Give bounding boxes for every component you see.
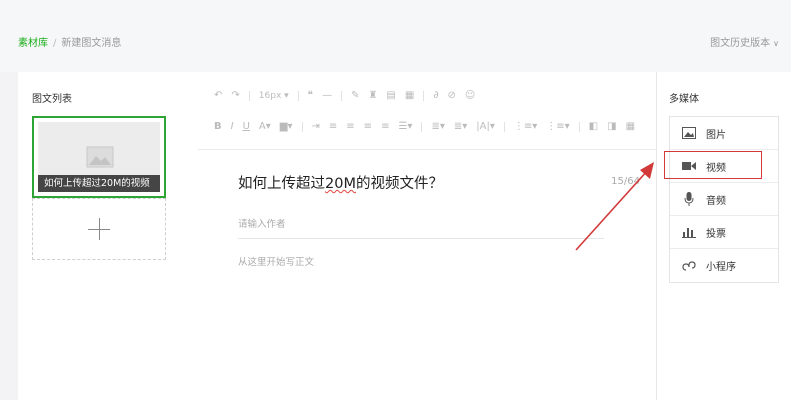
editor-toolbar-row-2: B I U A▾ ▆▾ ⇥ ≡ ≡ ≡ ≡ ☰▾ ≣▾ ≣▾ |A|▾ ⋮≡▾ … <box>214 119 644 135</box>
chevron-down-icon: ∨ <box>773 39 779 48</box>
paragraph-spacing-before-icon[interactable]: ≣▾ <box>431 119 444 135</box>
italic-icon[interactable]: I <box>231 119 234 135</box>
media-item-label: 投票 <box>706 228 726 240</box>
media-item-image[interactable]: 图片 <box>670 117 778 150</box>
clipboard-icon[interactable]: ▤ <box>386 88 395 104</box>
article-card-selected[interactable]: 如何上传超过20M的视频 <box>32 116 166 198</box>
annotation-arrow <box>575 162 654 251</box>
align-right-icon[interactable]: ≡ <box>364 119 372 135</box>
breadcrumb-root-link[interactable]: 素材库 <box>18 38 48 49</box>
breadcrumb-separator: / <box>53 38 57 49</box>
add-article-button[interactable] <box>32 198 166 260</box>
horizontal-rule-icon[interactable]: — <box>322 88 332 104</box>
body-editor-area[interactable]: 从这里开始写正文 <box>238 254 314 268</box>
table-icon[interactable]: ▦ <box>626 119 635 135</box>
multimedia-panel: 多媒体 图片 视频 音频 投票 小程序 <box>656 72 791 400</box>
document-icon[interactable]: ▦ <box>405 88 414 104</box>
font-size-select[interactable]: 16px ▾ <box>259 88 289 104</box>
line-spacing-icon[interactable]: ☰▾ <box>398 119 412 135</box>
media-item-label: 音频 <box>706 195 726 207</box>
format-brush-icon[interactable]: ♜ <box>368 88 377 104</box>
font-size-value: 16px <box>258 91 282 101</box>
article-title-underlined: 20M <box>325 176 356 192</box>
unordered-list-icon[interactable]: ⋮≡▾ <box>546 119 569 135</box>
media-item-audio[interactable]: 音频 <box>670 183 778 216</box>
font-color-icon[interactable]: A▾ <box>259 119 271 135</box>
ordered-list-icon[interactable]: ⋮≡▾ <box>514 119 537 135</box>
article-card-title: 如何上传超过20M的视频 <box>38 175 160 192</box>
toolbar-divider <box>198 149 656 150</box>
history-version-dropdown[interactable]: 图文历史版本 ∨ <box>710 34 779 49</box>
media-item-mini-program[interactable]: 小程序 <box>670 249 778 282</box>
multimedia-title: 多媒体 <box>669 94 699 105</box>
article-title-suffix: 的视频文件？ <box>355 176 443 192</box>
undo-icon[interactable]: ↶ <box>214 88 222 104</box>
article-list-panel: 图文列表 如何上传超过20M的视频 <box>18 72 198 400</box>
image-icon <box>682 126 696 140</box>
bold-icon[interactable]: B <box>214 119 222 135</box>
media-item-label: 图片 <box>706 129 726 141</box>
media-item-label: 小程序 <box>706 262 736 273</box>
link-icon[interactable]: ∂ <box>433 88 438 104</box>
unlink-icon[interactable]: ⊘ <box>448 88 456 104</box>
editor-toolbar-row-1: ↶ ↷ 16px ▾ ❝ — ✎ ♜ ▤ ▦ ∂ ⊘ ☺ <box>214 88 484 104</box>
align-left-icon[interactable]: ≡ <box>329 119 337 135</box>
article-cover-placeholder: 如何上传超过20M的视频 <box>38 122 160 192</box>
article-title-input[interactable]: 如何上传超过20M的视频文件？ <box>238 172 443 193</box>
article-list-title: 图文列表 <box>32 94 72 105</box>
align-justify-icon[interactable]: ≡ <box>381 119 389 135</box>
indent-icon[interactable]: ⇥ <box>312 119 320 135</box>
underline-icon[interactable]: U <box>243 119 250 135</box>
eraser-icon[interactable]: ✎ <box>351 88 359 104</box>
article-title-prefix: 如何上传超过 <box>238 176 325 192</box>
letter-spacing-icon[interactable]: |A|▾ <box>476 119 495 135</box>
editor-main: 图文列表 如何上传超过20M的视频 ↶ ↷ 16px ▾ ❝ — ✎ ♜ ▤ ▦… <box>18 72 791 400</box>
author-input[interactable] <box>238 211 604 239</box>
mini-program-icon <box>682 259 696 273</box>
breadcrumb: 素材库 / 新建图文消息 <box>18 34 121 49</box>
media-item-vote[interactable]: 投票 <box>670 216 778 249</box>
blockquote-icon[interactable]: ❝ <box>308 88 313 104</box>
vote-chart-icon <box>682 225 696 239</box>
paragraph-spacing-after-icon[interactable]: ≣▾ <box>454 119 467 135</box>
history-version-label: 图文历史版本 <box>710 38 771 49</box>
multimedia-list: 图片 视频 音频 投票 小程序 <box>669 116 779 283</box>
float-right-icon[interactable]: ◨ <box>607 119 616 135</box>
align-center-icon[interactable]: ≡ <box>346 119 354 135</box>
redo-icon[interactable]: ↷ <box>231 88 239 104</box>
float-left-icon[interactable]: ◧ <box>589 119 598 135</box>
microphone-icon <box>682 192 696 206</box>
breadcrumb-current: 新建图文消息 <box>61 38 122 49</box>
background-color-icon[interactable]: ▆▾ <box>280 119 293 135</box>
video-highlight-box <box>664 151 762 179</box>
emoji-icon[interactable]: ☺ <box>465 88 475 104</box>
image-placeholder-icon <box>86 146 114 168</box>
top-bar: 素材库 / 新建图文消息 图文历史版本 ∨ <box>0 0 791 72</box>
